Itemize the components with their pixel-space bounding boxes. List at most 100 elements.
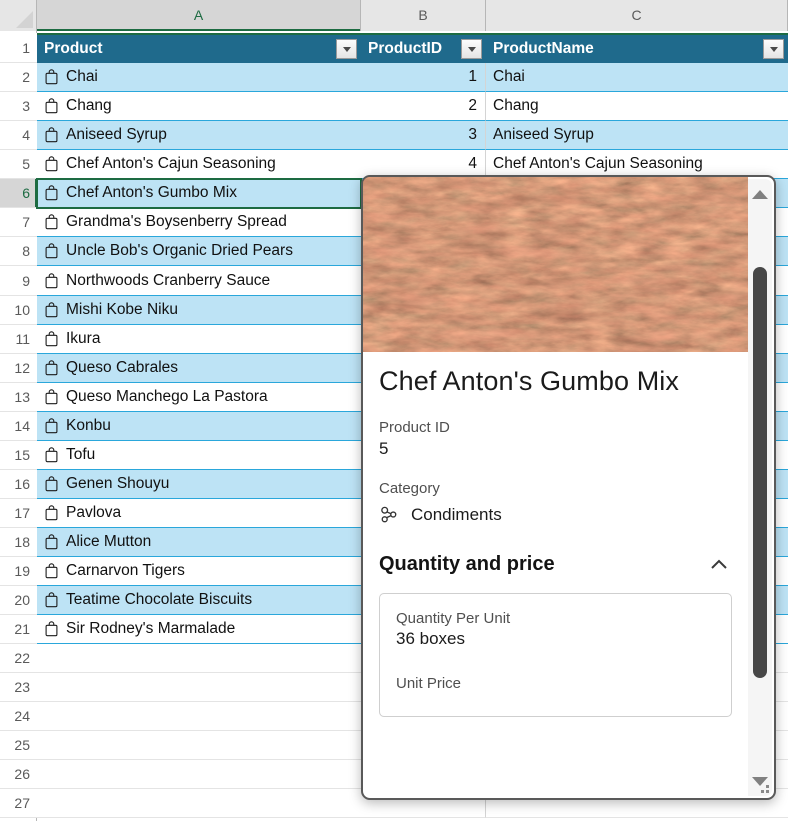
row-header-5[interactable]: 5	[0, 150, 37, 179]
cell-a2[interactable]: Chai	[37, 63, 361, 92]
product-bag-icon	[44, 156, 59, 172]
cell-a19[interactable]: Carnarvon Tigers	[37, 557, 361, 586]
row-number: 17	[14, 505, 30, 521]
cell-a3[interactable]: Chang	[37, 92, 361, 121]
column-header-a[interactable]: A	[37, 0, 361, 31]
cell-c3[interactable]: Chang	[486, 92, 788, 121]
row-header-20[interactable]: 20	[0, 586, 37, 615]
row-header-19[interactable]: 19	[0, 557, 37, 586]
cell-a25[interactable]	[37, 731, 361, 760]
cell-a15[interactable]: Tofu	[37, 441, 361, 470]
row-number: 26	[14, 766, 30, 782]
row-header-6[interactable]: 6	[0, 179, 37, 208]
row-number: 16	[14, 476, 30, 492]
row-header-15[interactable]: 15	[0, 441, 37, 470]
spreadsheet-app: ABC 1 2 3 4 5 6 7 8 9 10 11 12 13 14 15 16 17 18 19 20 21 22 2…	[0, 0, 788, 821]
cell-text: Sir Rodney's Marmalade	[66, 620, 236, 637]
cell-a5[interactable]: Chef Anton's Cajun Seasoning	[37, 150, 361, 179]
row-header-27[interactable]: 27	[0, 789, 37, 818]
cell-a14[interactable]: Konbu	[37, 412, 361, 441]
row-number: 6	[22, 185, 30, 201]
cell-a27[interactable]	[37, 789, 361, 818]
row-header-13[interactable]: 13	[0, 383, 37, 412]
card-scrollbar[interactable]	[748, 179, 772, 796]
row-header-9[interactable]: 9	[0, 266, 37, 296]
row-header-11[interactable]: 11	[0, 325, 37, 354]
card-resize-grip[interactable]	[757, 781, 769, 793]
cell-a24[interactable]	[37, 702, 361, 731]
row-header-21[interactable]: 21	[0, 615, 37, 644]
cell-text: Uncle Bob's Organic Dried Pears	[66, 242, 293, 259]
category-share-icon	[381, 507, 397, 523]
row-header-4[interactable]: 4	[0, 121, 37, 150]
product-bag-icon	[44, 505, 59, 521]
table-header-cell-a[interactable]: Product	[37, 33, 361, 63]
header-label: ProductName	[493, 40, 594, 57]
row-header-17[interactable]: 17	[0, 499, 37, 528]
column-header-c[interactable]: C	[486, 0, 788, 31]
table-header-cell-b[interactable]: ProductID	[361, 33, 486, 63]
row-header-26[interactable]: 26	[0, 760, 37, 789]
row-header-23[interactable]: 23	[0, 673, 37, 702]
row-header-25[interactable]: 25	[0, 731, 37, 760]
row-header-12[interactable]: 12	[0, 354, 37, 383]
row-header-14[interactable]: 14	[0, 412, 37, 441]
product-bag-icon	[44, 331, 59, 347]
filter-dropdown-c[interactable]	[763, 39, 784, 59]
table-header-cell-c[interactable]: ProductName	[486, 33, 788, 63]
cell-a8[interactable]: Uncle Bob's Organic Dried Pears	[37, 237, 361, 266]
cell-text: Chang	[493, 97, 539, 114]
cell-a11[interactable]: Ikura	[37, 325, 361, 354]
cell-a10[interactable]: Mishi Kobe Niku	[37, 296, 361, 325]
category-value-row: Condiments	[379, 505, 732, 525]
cell-a17[interactable]: Pavlova	[37, 499, 361, 528]
data-card-popup[interactable]: Chef Anton's Gumbo Mix Product ID 5 Cate…	[361, 175, 776, 800]
cell-c4[interactable]: Aniseed Syrup	[486, 121, 788, 150]
cell-a9[interactable]: Northwoods Cranberry Sauce	[37, 266, 361, 296]
cell-a12[interactable]: Queso Cabrales	[37, 354, 361, 383]
cell-text: Aniseed Syrup	[493, 126, 594, 143]
row-header-24[interactable]: 24	[0, 702, 37, 731]
cell-a7[interactable]: Grandma's Boysenberry Spread	[37, 208, 361, 237]
cell-a20[interactable]: Teatime Chocolate Biscuits	[37, 586, 361, 615]
row-number: 8	[22, 243, 30, 259]
row-header-10[interactable]: 10	[0, 296, 37, 325]
cell-a26[interactable]	[37, 760, 361, 789]
product-bag-icon	[44, 272, 59, 289]
row-header-8[interactable]: 8	[0, 237, 37, 266]
cell-a23[interactable]	[37, 673, 361, 702]
filter-dropdown-b[interactable]	[461, 39, 482, 59]
select-all-corner[interactable]	[0, 0, 37, 31]
cell-a4[interactable]: Aniseed Syrup	[37, 121, 361, 150]
row-header-7[interactable]: 7	[0, 208, 37, 237]
product-bag-icon	[44, 98, 59, 114]
row-header-16[interactable]: 16	[0, 470, 37, 499]
cell-b3[interactable]: 2	[361, 92, 486, 121]
row-header-1[interactable]: 1	[0, 33, 37, 63]
cell-b2[interactable]: 1	[361, 63, 486, 92]
unit-price-label: Unit Price	[396, 674, 462, 692]
row-header-2[interactable]: 2	[0, 63, 37, 92]
quantity-price-section-header[interactable]: Quantity and price	[379, 552, 732, 578]
row-header-3[interactable]: 3	[0, 92, 37, 121]
cell-text: Mishi Kobe Niku	[66, 301, 178, 318]
row-header-18[interactable]: 18	[0, 528, 37, 557]
cell-c2[interactable]: Chai	[486, 63, 788, 92]
row-header-22[interactable]: 22	[0, 644, 37, 673]
cell-a22[interactable]	[37, 644, 361, 673]
cell-a16[interactable]: Genen Shouyu	[37, 470, 361, 499]
product-bag-icon	[44, 214, 59, 230]
scrollbar-thumb[interactable]	[753, 267, 767, 678]
scroll-up-arrow-icon[interactable]	[748, 181, 772, 207]
cell-a21[interactable]: Sir Rodney's Marmalade	[37, 615, 361, 644]
cell-a18[interactable]: Alice Mutton	[37, 528, 361, 557]
product-bag-icon	[44, 360, 59, 376]
cell-b4[interactable]: 3	[361, 121, 486, 150]
cell-a6[interactable]: Chef Anton's Gumbo Mix	[36, 178, 362, 209]
filter-dropdown-a[interactable]	[336, 39, 357, 59]
quantity-per-unit-value: 36 boxes	[396, 628, 465, 648]
chevron-up-icon[interactable]	[706, 552, 732, 578]
cell-a13[interactable]: Queso Manchego La Pastora	[37, 383, 361, 412]
column-header-b[interactable]: B	[361, 0, 486, 31]
row-number: 14	[14, 418, 30, 434]
